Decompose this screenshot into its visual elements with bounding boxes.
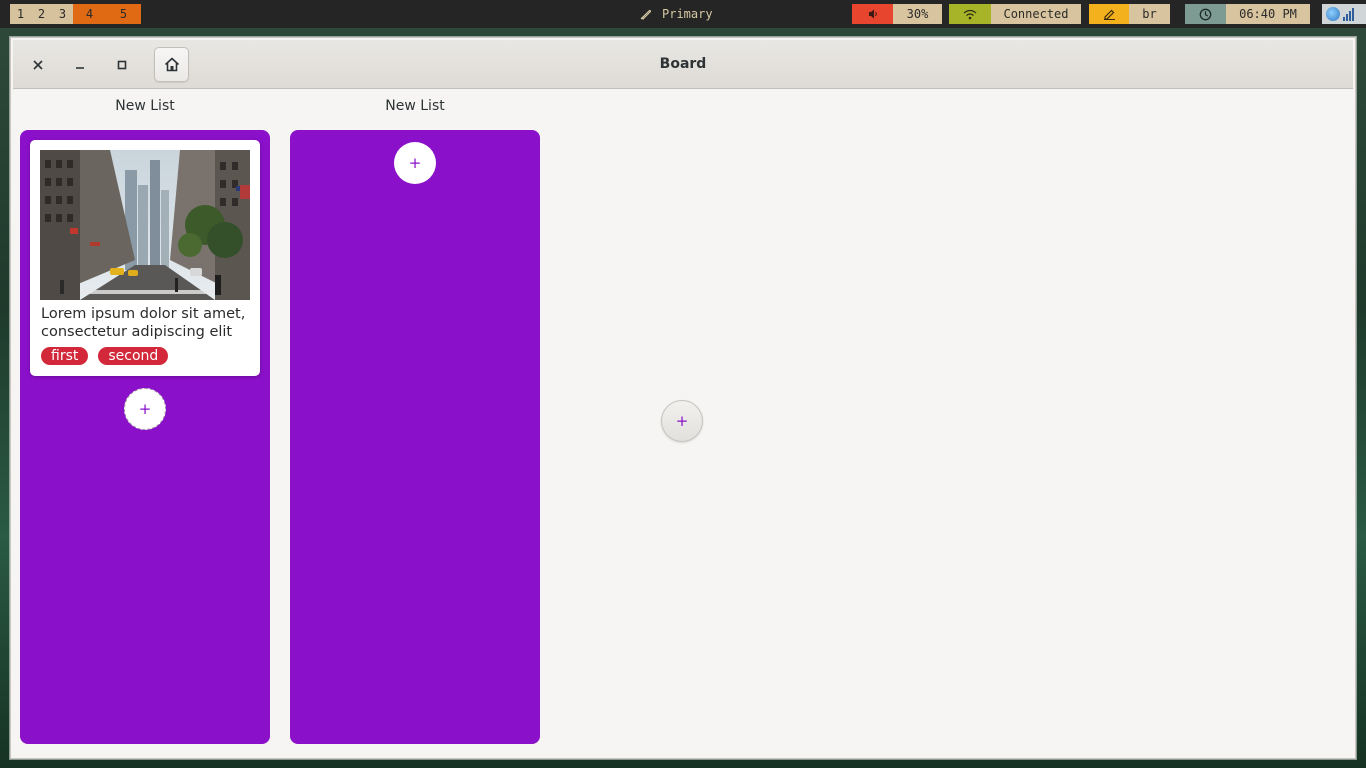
add-card-button[interactable]: +: [124, 388, 166, 430]
clock-module[interactable]: 06:40 PM: [1185, 4, 1310, 24]
add-card-button[interactable]: +: [394, 142, 436, 184]
workspace-3[interactable]: 3: [52, 4, 73, 24]
volume-value: 30%: [893, 4, 942, 24]
close-button[interactable]: [20, 47, 55, 82]
minimize-icon: [75, 66, 84, 69]
workspace-4[interactable]: 4: [73, 4, 106, 24]
card-image: [40, 150, 250, 300]
globe-icon[interactable]: [1326, 7, 1340, 21]
header-bar: Board: [13, 40, 1353, 89]
speaker-icon: [852, 4, 893, 24]
window-title: Board: [659, 56, 707, 72]
keyboard-layout-value: br: [1129, 4, 1170, 24]
workspace-5[interactable]: 5: [106, 4, 141, 24]
wifi-icon: [949, 4, 991, 24]
network-status: Connected: [991, 4, 1081, 24]
card-description: Lorem ipsum dolor sit amet, consectetur …: [41, 306, 246, 340]
home-icon: [164, 57, 179, 72]
pencil-icon: [1089, 4, 1129, 24]
tag-first[interactable]: first: [41, 347, 89, 365]
maximize-button[interactable]: [104, 47, 139, 82]
list-title[interactable]: New List: [20, 98, 270, 114]
card[interactable]: Lorem ipsum dolor sit amet, consectetur …: [30, 140, 260, 376]
list-column: Lorem ipsum dolor sit amet, consectetur …: [20, 130, 270, 744]
home-button[interactable]: [154, 47, 189, 82]
signal-bars-icon[interactable]: [1343, 7, 1357, 21]
system-tray: [1322, 4, 1366, 24]
board-area: New List Lorem ipsum dolor sit amet, con…: [13, 90, 1353, 756]
minimize-button[interactable]: [62, 47, 97, 82]
workspace-2[interactable]: 2: [31, 4, 52, 24]
network-module[interactable]: Connected: [949, 4, 1081, 24]
add-list-button[interactable]: +: [661, 400, 703, 442]
feather-icon: [640, 9, 652, 20]
maximize-icon: [117, 60, 126, 69]
list-column: +: [290, 130, 540, 744]
window-title-text: Primary: [662, 7, 713, 21]
close-icon: [32, 59, 43, 70]
clock-time: 06:40 PM: [1226, 4, 1310, 24]
card-tags: first second: [41, 347, 169, 365]
board-window: Board New List Lorem ipsum dolor sit ame…: [10, 37, 1356, 759]
focused-window-title: Primary: [640, 4, 713, 24]
status-bar: 1 2 3 4 5 Primary 30% Connected br 06:40…: [0, 0, 1366, 28]
workspace-switcher: 1 2 3 4 5: [10, 4, 141, 24]
list-title[interactable]: New List: [290, 98, 540, 114]
clock-icon: [1185, 4, 1226, 24]
tag-second[interactable]: second: [98, 347, 169, 365]
volume-module[interactable]: 30%: [852, 4, 942, 24]
keyboard-layout-module[interactable]: br: [1089, 4, 1170, 24]
workspace-1[interactable]: 1: [10, 4, 31, 24]
